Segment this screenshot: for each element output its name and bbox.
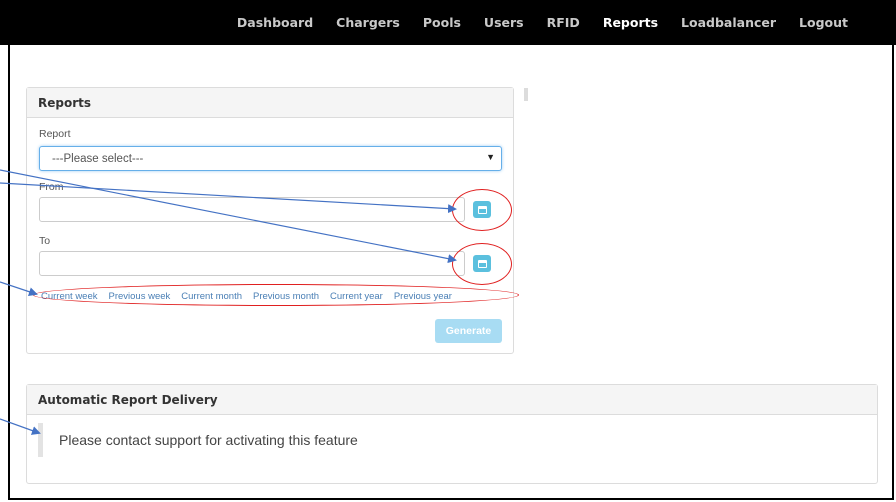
arrow-to-support-notice [0,418,41,435]
arrow-to-from-calendar [0,182,457,214]
annotation-arrows [0,169,457,435]
arrow-to-to-calendar [0,169,457,264]
arrow-to-quick-links [0,281,38,297]
